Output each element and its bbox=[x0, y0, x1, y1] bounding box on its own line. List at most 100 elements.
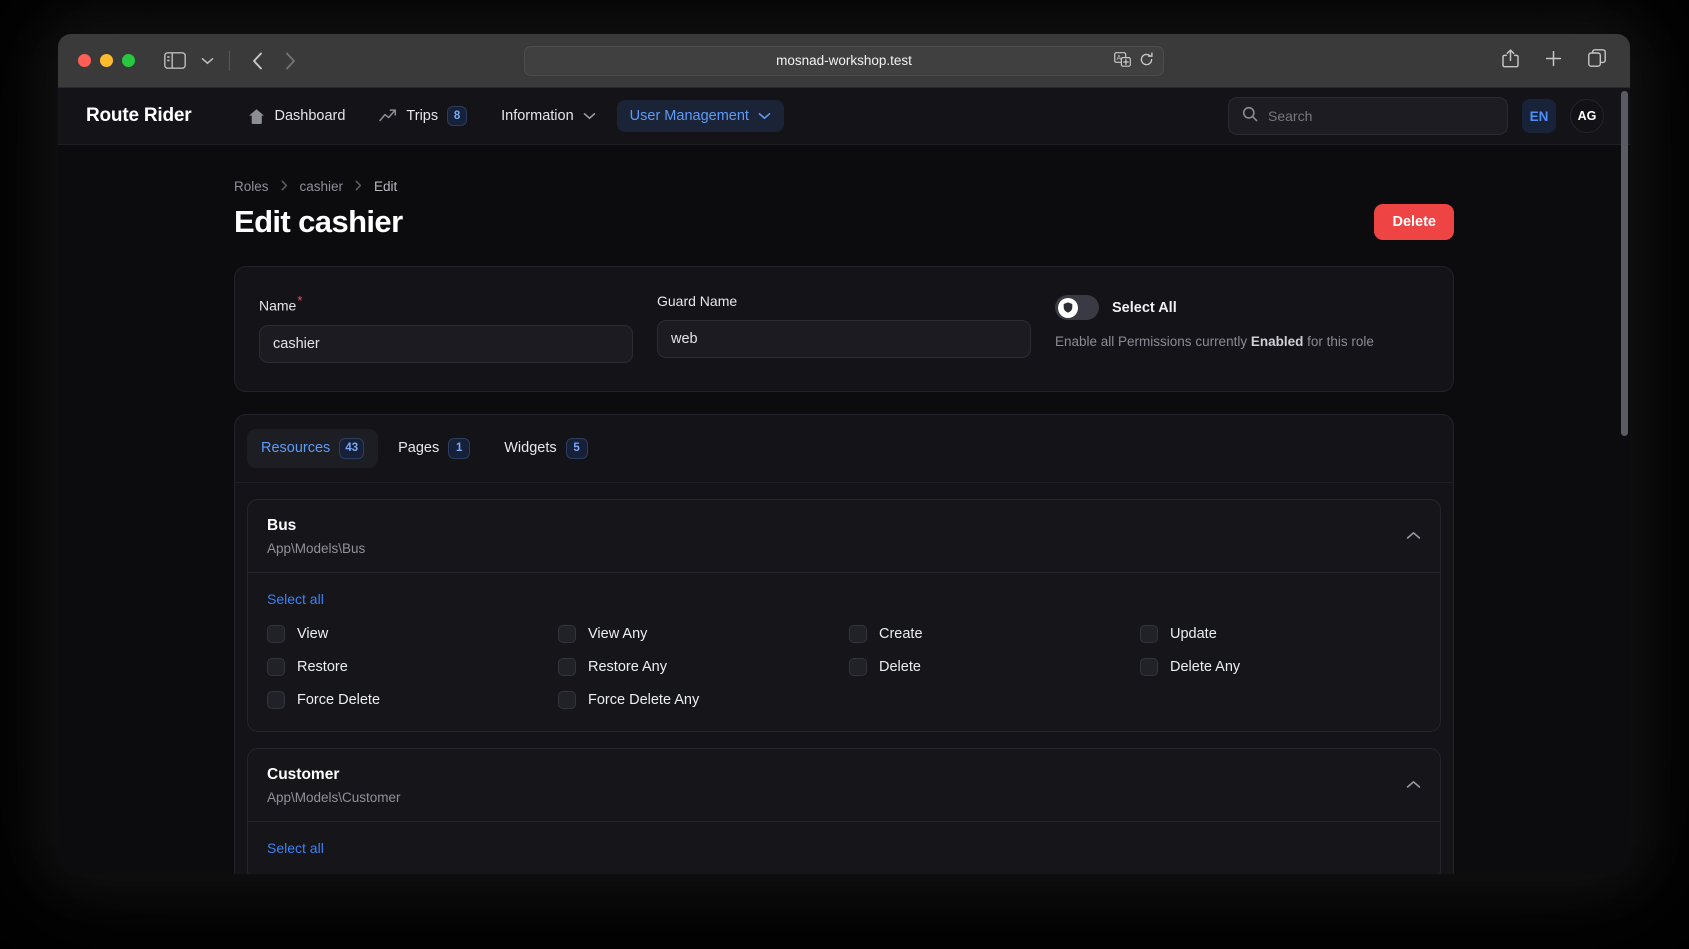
tab-label: Pages bbox=[398, 440, 440, 457]
guard-name-input[interactable] bbox=[657, 320, 1031, 358]
permission-item[interactable]: Force Delete Any bbox=[558, 690, 839, 709]
help-bold: Enabled bbox=[1250, 334, 1304, 349]
name-input[interactable] bbox=[259, 324, 633, 363]
permission-item[interactable]: View bbox=[267, 624, 548, 643]
address-bar[interactable]: mosnad-workshop.test A bbox=[524, 45, 1164, 76]
permission-item[interactable]: Update bbox=[1140, 624, 1421, 643]
maximize-window-button[interactable] bbox=[122, 54, 135, 67]
breadcrumb-item-roles[interactable]: Roles bbox=[234, 179, 269, 194]
url-text: mosnad-workshop.test bbox=[776, 53, 912, 68]
checkbox[interactable] bbox=[267, 690, 285, 709]
reload-icon[interactable] bbox=[1139, 51, 1154, 70]
select-all-toggle[interactable] bbox=[1055, 295, 1099, 320]
select-all-group: Select All Enable all Permissions curren… bbox=[1055, 293, 1429, 363]
user-avatar[interactable]: AG bbox=[1570, 99, 1604, 133]
window-controls bbox=[78, 54, 135, 67]
forward-button[interactable] bbox=[285, 52, 296, 70]
checkbox[interactable] bbox=[558, 690, 576, 709]
share-icon[interactable] bbox=[1502, 48, 1519, 73]
chevron-down-icon bbox=[758, 112, 771, 120]
section-body: Select all bbox=[248, 822, 1440, 874]
permission-item[interactable]: Delete bbox=[849, 657, 1130, 676]
chevron-up-icon[interactable] bbox=[1406, 527, 1421, 545]
translate-icon[interactable]: A bbox=[1114, 51, 1131, 70]
home-icon bbox=[248, 108, 265, 125]
back-button[interactable] bbox=[252, 52, 263, 70]
global-search[interactable] bbox=[1228, 97, 1508, 135]
permission-label: Delete Any bbox=[1170, 658, 1241, 675]
tab-badge-pages: 1 bbox=[448, 437, 471, 459]
resource-section-bus: Bus App\Models\Bus Select all View View … bbox=[247, 498, 1441, 732]
checkbox[interactable] bbox=[849, 624, 867, 643]
permission-label: Force Delete Any bbox=[588, 691, 700, 708]
permission-grid: View View Any Create Update Restore Rest… bbox=[267, 624, 1421, 709]
top-navigation-bar: Route Rider Dashboard Trips 8 Informatio… bbox=[58, 88, 1630, 145]
breadcrumb-item-cashier[interactable]: cashier bbox=[300, 179, 344, 194]
section-title: Bus bbox=[267, 516, 297, 534]
section-body: Select all View View Any Create Update R… bbox=[248, 573, 1440, 731]
checkbox[interactable] bbox=[267, 624, 285, 643]
page-scrollbar[interactable] bbox=[1621, 91, 1628, 836]
close-window-button[interactable] bbox=[78, 54, 91, 67]
chevron-down-icon[interactable] bbox=[199, 57, 215, 65]
chevron-down-icon bbox=[583, 112, 596, 120]
permission-item[interactable]: Create bbox=[849, 624, 1130, 643]
nav-label: Dashboard bbox=[274, 108, 346, 124]
section-header[interactable]: Bus App\Models\Bus bbox=[248, 500, 1440, 573]
required-marker: * bbox=[297, 293, 303, 308]
nav-item-user-management[interactable]: User Management bbox=[616, 100, 784, 132]
plus-icon[interactable] bbox=[1545, 50, 1562, 72]
tab-resources[interactable]: Resources 43 bbox=[247, 428, 379, 468]
select-all-help: Enable all Permissions currently Enabled… bbox=[1055, 334, 1429, 349]
permission-item[interactable]: View Any bbox=[558, 624, 839, 643]
permission-label: View bbox=[297, 625, 329, 642]
section-select-all[interactable]: Select all bbox=[267, 591, 324, 607]
section-select-all[interactable]: Select all bbox=[267, 840, 324, 856]
checkbox[interactable] bbox=[558, 624, 576, 643]
permission-label: Restore Any bbox=[588, 658, 667, 675]
navigation-buttons bbox=[252, 52, 296, 70]
chevron-up-icon[interactable] bbox=[1406, 776, 1421, 794]
nav-badge-trips: 8 bbox=[447, 106, 468, 126]
tab-badge-resources: 43 bbox=[339, 437, 365, 459]
nav-label: Information bbox=[501, 108, 574, 124]
checkbox[interactable] bbox=[558, 657, 576, 676]
name-label-text: Name bbox=[259, 297, 297, 314]
sidebar-icon[interactable] bbox=[163, 51, 187, 71]
minimize-window-button[interactable] bbox=[100, 54, 113, 67]
nav-item-information[interactable]: Information bbox=[488, 100, 609, 132]
main-navigation: Dashboard Trips 8 Information User Manag… bbox=[235, 98, 784, 134]
permission-item[interactable]: Delete Any bbox=[1140, 657, 1421, 676]
screen: mosnad-workshop.test A Route Rider Dashb… bbox=[0, 0, 1689, 949]
checkbox[interactable] bbox=[1140, 657, 1158, 676]
tab-label: Widgets bbox=[504, 440, 557, 457]
brand-logo[interactable]: Route Rider bbox=[86, 105, 192, 127]
language-switcher[interactable]: EN bbox=[1522, 99, 1556, 133]
scrollbar-thumb[interactable] bbox=[1621, 91, 1628, 436]
permission-label: Update bbox=[1170, 625, 1217, 642]
role-form: Name* Guard Name bbox=[235, 267, 1453, 391]
checkbox[interactable] bbox=[267, 657, 285, 676]
checkbox[interactable] bbox=[849, 657, 867, 676]
permission-item[interactable]: Restore bbox=[267, 657, 548, 676]
permission-item[interactable]: Force Delete bbox=[267, 690, 548, 709]
search-input[interactable] bbox=[1268, 108, 1494, 124]
nav-item-dashboard[interactable]: Dashboard bbox=[235, 100, 358, 133]
section-title: Customer bbox=[267, 765, 340, 783]
permission-item[interactable]: Restore Any bbox=[558, 657, 839, 676]
page-header: Edit cashier Delete bbox=[234, 204, 1454, 240]
role-form-card: Name* Guard Name bbox=[234, 266, 1454, 392]
section-header[interactable]: Customer App\Models\Customer bbox=[248, 749, 1440, 822]
page-content: Roles cashier Edit Edit cashier Delete N… bbox=[58, 145, 1630, 874]
tab-widgets[interactable]: Widgets 5 bbox=[490, 429, 601, 468]
nav-item-trips[interactable]: Trips 8 bbox=[366, 98, 480, 134]
tab-pages[interactable]: Pages 1 bbox=[384, 429, 484, 468]
guard-name-label: Guard Name bbox=[657, 293, 738, 309]
content-container: Roles cashier Edit Edit cashier Delete N… bbox=[234, 179, 1454, 874]
toolbar-divider bbox=[229, 50, 230, 71]
tab-overview-icon[interactable] bbox=[1588, 49, 1606, 72]
select-all-toggle-row: Select All bbox=[1055, 295, 1429, 320]
checkbox[interactable] bbox=[1140, 624, 1158, 643]
delete-button[interactable]: Delete bbox=[1374, 204, 1454, 240]
shield-icon bbox=[1063, 302, 1072, 313]
